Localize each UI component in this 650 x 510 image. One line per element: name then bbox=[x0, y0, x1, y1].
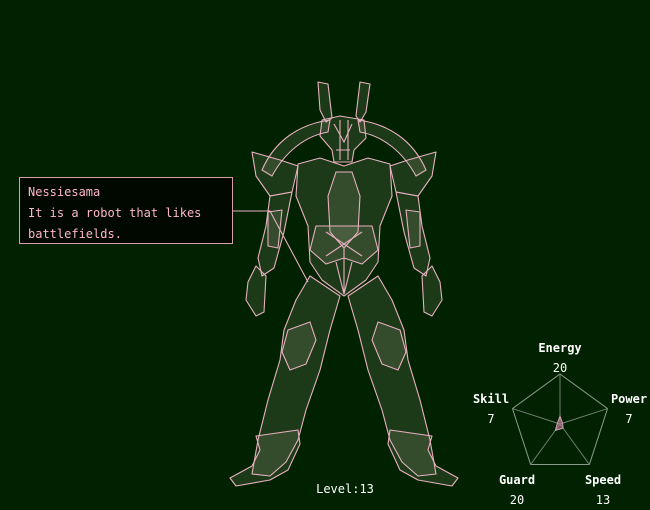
game-stage bbox=[229, 81, 609, 487]
robot-figure[interactable] bbox=[229, 81, 459, 487]
stat-guard-value: 20 bbox=[509, 493, 525, 507]
character-name: Nessiesama bbox=[28, 185, 101, 199]
stat-energy-value: 20 bbox=[552, 361, 568, 375]
robot-antenna-right bbox=[355, 81, 371, 123]
level-indicator: Level:13 bbox=[316, 482, 374, 496]
stat-power-value: 7 bbox=[625, 412, 633, 426]
stats-radar-chart bbox=[511, 373, 609, 465]
robot-foot-right bbox=[387, 429, 459, 487]
stat-power-label: Power bbox=[610, 392, 648, 406]
stat-skill-value: 7 bbox=[487, 412, 495, 426]
stat-guard-label: Guard bbox=[498, 473, 536, 487]
robot-hand-right bbox=[421, 265, 443, 317]
stat-speed-label: Speed bbox=[584, 473, 622, 487]
character-info-box: Nessiesama It is a robot that likes batt… bbox=[19, 177, 233, 244]
robot-shoulder-right bbox=[389, 151, 437, 197]
robot-hand-left bbox=[245, 265, 267, 317]
stat-speed-value: 13 bbox=[595, 493, 611, 507]
character-description-line1: It is a robot that likes bbox=[28, 206, 202, 220]
character-description-line2: battlefields. bbox=[28, 227, 122, 241]
robot-antenna-left bbox=[317, 81, 333, 123]
robot-shoulder-left bbox=[251, 151, 299, 197]
robot-foot-left bbox=[229, 429, 301, 487]
stat-skill-label: Skill bbox=[472, 392, 510, 406]
stat-energy-label: Energy bbox=[538, 341, 582, 355]
